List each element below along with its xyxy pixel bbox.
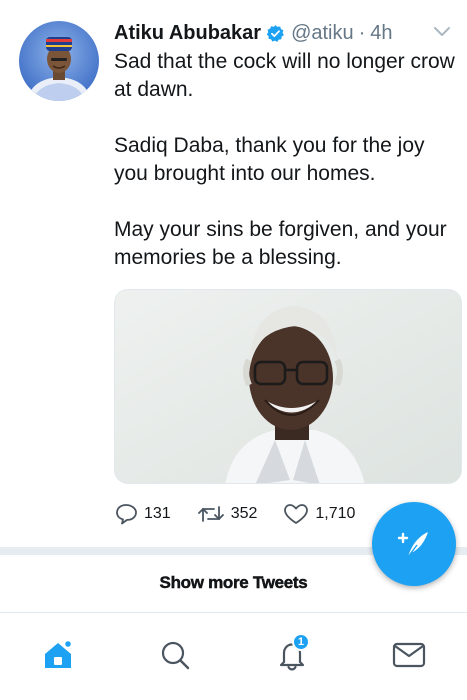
chevron-down-icon[interactable]: [431, 21, 453, 43]
tweet-photo[interactable]: [114, 289, 462, 484]
like-count: 1,710: [315, 505, 356, 522]
compose-feather-icon: [397, 532, 428, 558]
tweet-text: Sad that the cock will no longer crow at…: [114, 48, 459, 272]
envelope-icon: [392, 642, 425, 667]
header-separator: ·: [358, 21, 366, 44]
notifications-badge: 1: [291, 632, 310, 651]
reply-count: 131: [144, 505, 171, 522]
compose-tweet-button[interactable]: [372, 502, 456, 586]
retweet-count: 352: [230, 505, 258, 522]
show-more-tweets-label[interactable]: Show more Tweets: [159, 573, 308, 593]
retweet-icon: [197, 506, 224, 522]
tweet-paragraph: Sad that the cock will no longer crow at…: [114, 50, 455, 101]
tab-messages[interactable]: [379, 625, 439, 685]
bottom-tab-bar: 1: [0, 612, 467, 700]
tweet-actions: 131 352 1,710: [114, 500, 381, 528]
author-name[interactable]: Atiku Abubakar: [114, 22, 261, 45]
tweet-paragraph: Sadiq Daba, thank you for the joy you br…: [114, 134, 425, 185]
home-icon: [45, 639, 73, 668]
retweet-button[interactable]: 352: [197, 503, 258, 525]
heart-icon: [284, 504, 309, 524]
like-button[interactable]: 1,710: [283, 503, 355, 525]
tweet-timestamp[interactable]: 4h: [370, 22, 392, 45]
tab-search[interactable]: [145, 625, 205, 685]
tweet-header: Atiku Abubakar @atiku · 4h: [114, 19, 453, 47]
author-handle[interactable]: @atiku: [291, 22, 354, 45]
verified-badge-icon: [266, 24, 285, 43]
search-icon: [162, 641, 190, 669]
reply-icon: [116, 504, 137, 525]
author-avatar[interactable]: [19, 21, 99, 101]
tweet-card[interactable]: Atiku Abubakar @atiku · 4h Sad that the …: [0, 0, 467, 545]
reply-button[interactable]: 131: [114, 503, 171, 525]
tab-home[interactable]: [28, 625, 88, 685]
tweet-paragraph: May your sins be forgiven, and your memo…: [114, 218, 447, 269]
tab-notifications[interactable]: 1: [262, 625, 322, 685]
